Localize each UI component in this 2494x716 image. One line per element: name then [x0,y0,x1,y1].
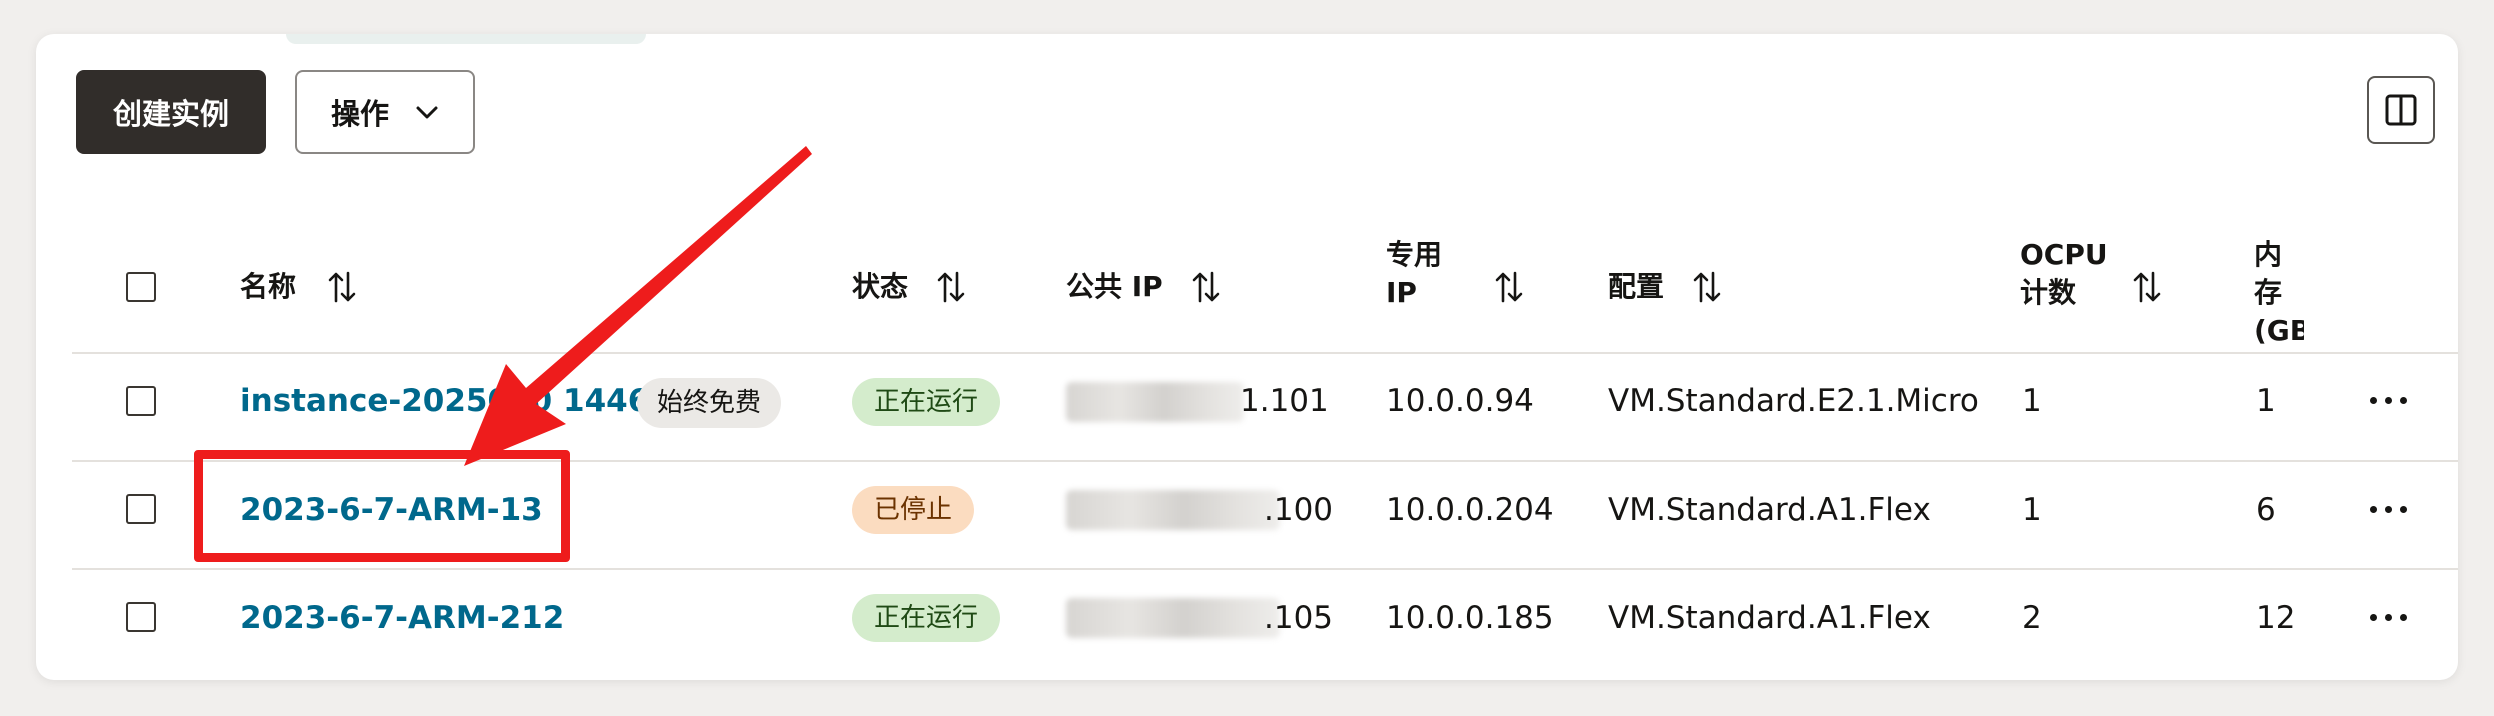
header-line: 专用 [1386,238,1443,271]
header-line: IP [1386,276,1417,309]
column-header-name[interactable]: 名称 [240,268,296,306]
shape: VM.Standard.E2.1.Micro [1608,383,1979,419]
sort-icon[interactable] [327,270,357,304]
public-ip: .100 [1264,492,1334,528]
shape: VM.Standard.A1.Flex [1608,600,1931,636]
redacted-ip-prefix [1066,598,1280,638]
column-header-memory[interactable]: 内存 (GB [2254,236,2304,350]
sort-icon[interactable] [1692,270,1722,304]
sort-icon[interactable] [936,270,966,304]
sort-icon[interactable] [1191,270,1221,304]
public-ip: .105 [1264,600,1334,636]
ocpu-count: 2 [2022,600,2042,636]
always-free-badge: 始终免费 [637,378,782,428]
column-header-ocpu[interactable]: OCPU 计数 [2020,236,2108,312]
row-divider [72,568,2458,570]
header-line: OCPU [2020,238,2108,271]
more-actions-icon[interactable] [2370,611,2410,625]
memory-gb: 1 [2256,383,2276,419]
column-header-public-ip[interactable]: 公共 IP [1066,268,1163,306]
column-header-private-ip[interactable]: 专用 IP [1386,236,1442,312]
actions-label: 操作 [330,97,389,131]
columns-icon [2385,94,2417,126]
chevron-down-icon [416,106,438,119]
sort-icon[interactable] [2132,270,2162,304]
annotation-highlight-box [194,450,570,562]
column-settings-button[interactable] [2367,76,2435,144]
header-divider [72,352,2458,354]
header-line: (GB [2254,314,2304,347]
column-header-shape[interactable]: 配置 [1608,268,1664,306]
ocpu-count: 1 [2022,492,2042,528]
row-checkbox[interactable] [126,386,156,416]
more-actions-icon[interactable] [2370,394,2410,408]
instance-name-link[interactable]: instance-2025060 1446 [240,381,649,421]
shape: VM.Standard.A1.Flex [1608,492,1931,528]
top-tab-edge [286,34,646,44]
more-actions-icon[interactable] [2370,503,2410,517]
instances-panel: 创建实例 操作 名称 状态 公共 IP 专用 IP 配置 OCPU 计数 内存 … [36,34,2458,680]
private-ip: 10.0.0.94 [1386,383,1534,419]
status-badge: 正在运行 [852,378,1001,426]
column-header-status[interactable]: 状态 [852,268,908,306]
create-instance-button[interactable]: 创建实例 [76,70,266,154]
redacted-ip-prefix [1066,382,1244,422]
sort-icon[interactable] [1494,270,1524,304]
select-all-checkbox[interactable] [126,272,156,302]
redacted-ip-prefix [1066,490,1280,530]
status-badge: 已停止 [852,486,975,534]
private-ip: 10.0.0.204 [1386,492,1554,528]
memory-gb: 6 [2256,492,2276,528]
instance-name-link[interactable]: 2023-6-7-ARM-212 [240,598,564,638]
status-badge: 正在运行 [852,594,1001,642]
ocpu-count: 1 [2022,383,2042,419]
header-line: 计数 [2020,276,2077,309]
memory-gb: 12 [2256,600,2296,636]
actions-dropdown-button[interactable]: 操作 [295,70,475,154]
private-ip: 10.0.0.185 [1386,600,1554,636]
header-line: 内存 [2254,238,2283,309]
row-checkbox[interactable] [126,602,156,632]
row-checkbox[interactable] [126,494,156,524]
public-ip: 1.101 [1240,383,1329,419]
